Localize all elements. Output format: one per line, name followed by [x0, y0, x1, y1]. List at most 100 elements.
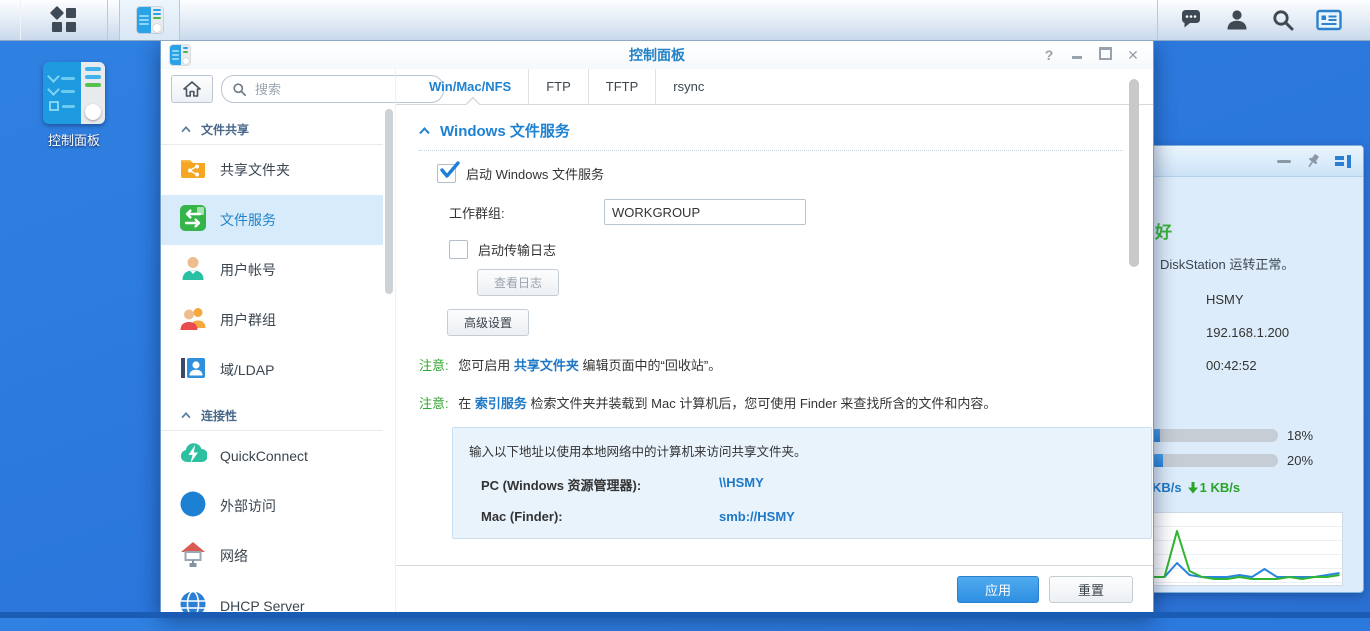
user-menu-button[interactable]: [1218, 0, 1256, 40]
widget-dock-icon[interactable]: [1335, 155, 1351, 168]
sidebar-item-domain-ldap[interactable]: 域/LDAP: [161, 345, 383, 395]
server-name-value: HSMY: [1206, 292, 1244, 307]
network-icon: [179, 540, 207, 573]
search-button[interactable]: [1264, 0, 1302, 40]
control-panel-icon: [137, 7, 163, 33]
desktop-icon-control-panel[interactable]: 控制面板: [28, 62, 120, 149]
home-icon: [183, 81, 201, 97]
sidebar-item-file-service[interactable]: 文件服务: [161, 195, 383, 245]
advanced-settings-button[interactable]: 高级设置: [447, 309, 529, 336]
sidebar-section-header[interactable]: 连接性: [161, 395, 383, 431]
view-log-button[interactable]: 查看日志: [477, 269, 559, 296]
sidebar-section-label: 连接性: [201, 407, 237, 424]
access-address-value: \\HSMY: [719, 475, 764, 494]
shared-folder-icon: [179, 154, 207, 187]
sidebar-item-network[interactable]: 网络: [161, 531, 383, 581]
sidebar-section-label: 文件共享: [201, 121, 249, 138]
pin-icon[interactable]: [1305, 153, 1321, 170]
search-icon: [1271, 8, 1295, 32]
sidebar-item-label: 文件服务: [220, 210, 276, 230]
windows-file-service-section-header[interactable]: Windows 文件服务: [419, 120, 1123, 141]
control-panel-icon: [43, 62, 105, 124]
network-throughput: KB/s 1 KB/s: [1152, 480, 1240, 495]
sidebar-item-label: 外部访问: [220, 496, 276, 516]
enable-windows-file-service-label: 启动 Windows 文件服务: [466, 164, 604, 183]
sidebar-item-label: 用户群组: [220, 310, 276, 330]
resource-sparkline-chart: [1149, 512, 1343, 586]
apply-button[interactable]: 应用: [957, 576, 1039, 603]
sidebar-item-shared-folder[interactable]: 共享文件夹: [161, 145, 383, 195]
tab-ftp[interactable]: FTP: [528, 69, 588, 104]
sidebar-item-quickconnect[interactable]: QuickConnect: [161, 431, 383, 481]
sidebar-item-user-group[interactable]: 用户群组: [161, 295, 383, 345]
note-recycle-bin: 注意: 您可启用 共享文件夹 编辑页面中的“回收站”。: [419, 355, 1123, 374]
system-status-description: DiskStation 运转正常。: [1160, 254, 1294, 273]
widgets-button[interactable]: [1310, 0, 1348, 40]
chevron-up-icon: [181, 126, 191, 133]
widget-minimize-icon[interactable]: [1277, 160, 1291, 163]
utilization-bar: [1149, 454, 1278, 467]
indexing-service-link[interactable]: 索引服务: [475, 396, 527, 411]
divider: [419, 150, 1123, 151]
sidebar: 文件共享共享文件夹文件服务用户帐号用户群组域/LDAP 连接性 QuickConne…: [161, 69, 395, 613]
sidebar-item-label: 用户帐号: [220, 260, 276, 280]
chevron-up-icon: [419, 127, 430, 135]
widget-panel-header: [1147, 146, 1363, 177]
utilization-bar: [1149, 429, 1278, 442]
external-access-icon: [179, 490, 207, 523]
access-address-row: PC (Windows 资源管理器):\\HSMY: [469, 475, 1135, 494]
access-address-info-box: 输入以下地址以使用本地网络中的计算机来访问共享文件夹。 PC (Windows …: [452, 427, 1152, 539]
file-service-icon: [179, 204, 207, 237]
sidebar-item-label: QuickConnect: [220, 448, 308, 464]
user-group-icon: [179, 304, 207, 337]
transfer-log-label: 启动传输日志: [478, 240, 556, 259]
close-button[interactable]: ✕: [1125, 47, 1141, 63]
sidebar-item-label: 网络: [220, 546, 248, 566]
enable-windows-file-service-checkbox[interactable]: [437, 164, 456, 183]
user-icon: [1225, 8, 1249, 32]
tab-bar: Win/Mac/NFSFTPTFTPrsync: [396, 69, 1153, 105]
sidebar-item-external-access[interactable]: 外部访问: [161, 481, 383, 531]
transfer-log-checkbox[interactable]: [449, 240, 468, 259]
content-scrollbar[interactable]: [1129, 79, 1139, 267]
sidebar-item-label: 域/LDAP: [220, 360, 274, 380]
workgroup-input[interactable]: [604, 199, 806, 225]
maximize-button[interactable]: [1097, 47, 1113, 63]
quickconnect-icon: [179, 440, 207, 473]
widgets-icon: [1316, 9, 1342, 31]
sidebar-section-header[interactable]: 文件共享: [161, 109, 383, 145]
main-menu-button[interactable]: [20, 0, 108, 40]
help-button[interactable]: ?: [1041, 47, 1057, 63]
tab-tftp[interactable]: TFTP: [588, 69, 656, 104]
notifications-button[interactable]: [1172, 0, 1210, 40]
tab-rsync[interactable]: rsync: [655, 69, 721, 104]
upload-rate: KB/s: [1152, 480, 1182, 495]
reset-button[interactable]: 重置: [1049, 576, 1133, 603]
sidebar-item-dhcp-server[interactable]: DHCP Server: [161, 581, 383, 631]
settings-scroll-area: Windows 文件服务 启动 Windows 文件服务 工作群组: 启动传输日…: [396, 104, 1153, 566]
sidebar-item-user-account[interactable]: 用户帐号: [161, 245, 383, 295]
home-button[interactable]: [171, 75, 213, 103]
access-address-label: Mac (Finder):: [481, 509, 719, 524]
shared-folder-link[interactable]: 共享文件夹: [514, 358, 579, 373]
chevron-up-icon: [181, 412, 191, 419]
system-health-widget-panel: 好 DiskStation 运转正常。 HSMY 192.168.1.200 0…: [1146, 145, 1364, 593]
control-panel-window: 控制面板 ? ✕: [160, 40, 1154, 614]
utilization-percent: 18%: [1287, 428, 1313, 443]
window-titlebar[interactable]: 控制面板 ? ✕: [161, 41, 1153, 69]
workgroup-label: 工作群组:: [449, 203, 604, 222]
uptime-value: 00:42:52: [1206, 358, 1257, 373]
system-status-text: 好: [1155, 218, 1172, 243]
desktop-icon-label: 控制面板: [28, 130, 120, 149]
access-address-row: Mac (Finder):smb://HSMY: [469, 509, 1135, 524]
ip-address-value: 192.168.1.200: [1206, 325, 1289, 340]
footer-action-bar: 应用 重置: [396, 565, 1153, 613]
taskbar-control-panel-task[interactable]: [119, 0, 180, 40]
minimize-button[interactable]: [1069, 47, 1085, 63]
user-account-icon: [179, 254, 207, 287]
note-indexing: 注意: 在 索引服务 检索文件夹并装载到 Mac 计算机后，您可使用 Finde…: [419, 393, 1123, 412]
access-address-label: PC (Windows 资源管理器):: [481, 475, 719, 494]
download-rate: 1 KB/s: [1188, 480, 1240, 495]
utilization-percent: 20%: [1287, 453, 1313, 468]
sidebar-scrollbar[interactable]: [385, 109, 393, 294]
